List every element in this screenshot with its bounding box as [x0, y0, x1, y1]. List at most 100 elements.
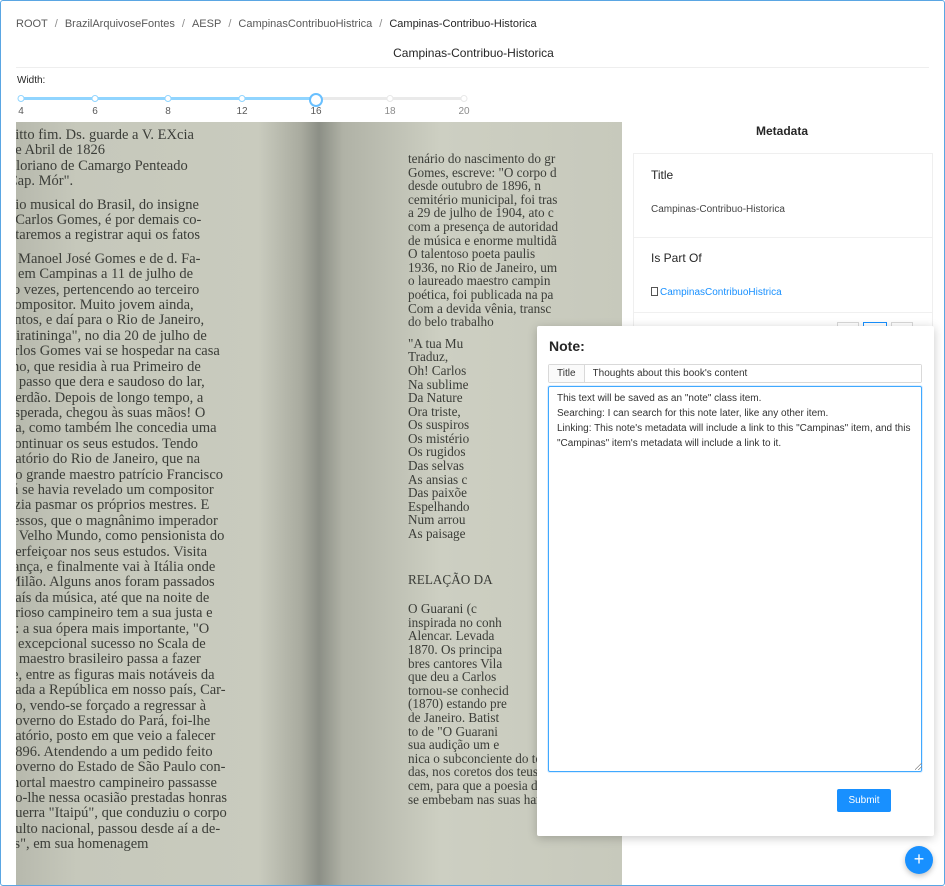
- note-title-field: Title: [548, 364, 922, 383]
- book-text-line: perfeiçoar nos seus estudos. Visita: [16, 543, 207, 560]
- textarea-resize-handle[interactable]: [915, 763, 922, 770]
- note-body-textarea[interactable]: This text will be saved as an "note" cla…: [548, 386, 922, 772]
- book-text-line: guerra "Itaipú", que conduziu o corpo: [16, 805, 227, 822]
- book-text-line: vatório, posto em que veio a falecer: [16, 728, 216, 745]
- slider-dot-4[interactable]: [17, 95, 25, 102]
- breadcrumb-item[interactable]: ROOT: [16, 18, 48, 30]
- slider-handle[interactable]: [309, 93, 323, 107]
- note-title-addon: Title: [549, 365, 585, 382]
- book-text-line: o passo que dera e saudoso do lar,: [16, 374, 205, 391]
- add-note-button[interactable]: +: [905, 846, 933, 874]
- book-text-line: ressos, que o magnânimo imperador: [16, 512, 218, 529]
- book-text-line: vatório do Rio de Janeiro, que na: [16, 451, 201, 468]
- page-title: Campinas-Contribuo-Historica: [393, 46, 554, 60]
- book-text-line: a 29 de julho de 1904, ato c: [408, 205, 554, 221]
- breadcrumb-item[interactable]: AESP: [192, 18, 221, 30]
- book-text-line: poética, foi publicada na pa: [408, 286, 554, 302]
- book-text-line: desde outubro de 1896, n: [408, 178, 541, 194]
- breadcrumb-item: Campinas-Contribuo-Historica: [389, 18, 537, 30]
- book-text-line: de música e enorme multidã: [408, 232, 557, 248]
- note-heading: Note:: [549, 338, 585, 354]
- book-text-line: es", em sua homenagem: [16, 836, 149, 853]
- book-text-line: já se havia revelado um compositor: [16, 481, 214, 498]
- book-text-line: , Carlos Gomes, é por demais co-: [16, 212, 202, 229]
- metadata-part-of-link[interactable]: CampinasContribuoHistrica: [651, 287, 782, 298]
- book-text-line: o: a sua ópera mais importante, "O: [16, 620, 210, 637]
- book-text-line: compositor. Muito jovem ainda,: [16, 297, 194, 314]
- slider-mark[interactable]: 6: [92, 106, 98, 117]
- book-text-line: esperada, chegou às suas mãos! O: [16, 404, 206, 421]
- metadata-divider: [634, 237, 932, 238]
- book-text-line: a Manoel José Gomes e de d. Fa-: [16, 250, 201, 267]
- slider-mark[interactable]: 18: [384, 106, 395, 117]
- slider-dot-6[interactable]: [91, 95, 99, 102]
- slider-dot-8[interactable]: [164, 95, 172, 102]
- book-text-line: ro vezes, pertencendo ao terceiro: [16, 281, 200, 298]
- book-text-line: o Velho Mundo, como pensionista do: [16, 528, 225, 545]
- breadcrumb-item[interactable]: BrazilArquivoseFontes: [65, 18, 175, 30]
- book-left-page-text: ditto fim. Ds. guarde a V. EXcia de Abril…: [16, 127, 308, 853]
- book-text-line: ditto fim. Ds. guarde a V. EXcia: [16, 127, 194, 143]
- book-text-line: com a presença de autoridad: [408, 218, 559, 234]
- book-text-line: continuar os seus estudos. Tendo: [16, 435, 199, 452]
- slider-dot-12[interactable]: [238, 95, 246, 102]
- breadcrumb-separator: /: [54, 18, 58, 30]
- metadata-title-value: Campinas-Contribuo-Historica: [651, 204, 785, 215]
- breadcrumb-separator: /: [379, 18, 383, 30]
- book-text-line: governo do Estado do Pará, foi-lhe: [16, 713, 211, 730]
- book-text-line: a em Campinas a 11 de julho de: [16, 266, 194, 283]
- book-text-line: do, vendo-se forçado a regressar à: [16, 697, 207, 714]
- book-text-line: do-lhe nessa ocasião prestadas honras: [16, 790, 228, 807]
- book-text-line: cemitério municipal, foi tras: [408, 191, 558, 207]
- book-text-line: O talentoso poeta paulis: [408, 246, 536, 262]
- book-text-line: Floriano de Camargo Penteado: [16, 157, 188, 174]
- book-text-line: va, como também lhe concedia uma: [16, 420, 217, 437]
- metadata-part-of-label: Is Part Of: [651, 251, 702, 265]
- metadata-heading: Metadata: [755, 124, 808, 138]
- book-text-line: vulto nacional, passou desde aí a de-: [16, 820, 221, 837]
- book-text-line: Piratininga", no dia 20 de julho de: [16, 327, 207, 344]
- book-text-line: país da música, até que na noite de: [16, 589, 210, 606]
- book-text-line: 1896. Atendendo a um pedido feito: [16, 743, 213, 760]
- book-text-line: arlos Gomes vai se hospedar na casa: [16, 343, 220, 360]
- book-text-line: Cap. Mór".: [16, 173, 74, 190]
- book-text-line: ntaremos a registrar aqui os fatos: [16, 227, 201, 244]
- book-text-line: azia pasmar os próprios mestres. E: [16, 497, 210, 514]
- book-text-line: perdão. Depois de longo tempo, a: [16, 389, 204, 406]
- slider-mark-selected[interactable]: 16: [310, 106, 321, 117]
- book-text-line: orioso campineiro tem a sua justa e: [16, 605, 213, 622]
- metadata-divider: [634, 312, 932, 313]
- book-text-line: le, entre as figuras mais notáveis da: [16, 666, 215, 683]
- book-text-line: antos, e daí para o Rio de Janeiro,: [16, 312, 205, 329]
- slider-mark[interactable]: 8: [165, 106, 171, 117]
- metadata-card: Title Campinas-Contribuo-Historica Is Pa…: [633, 153, 933, 330]
- note-title-input[interactable]: [584, 365, 921, 382]
- book-text-line: tenário do nascimento do gr: [408, 151, 556, 166]
- width-label: Width:: [17, 75, 46, 86]
- breadcrumb: ROOT / BrazilArquivoseFontes / AESP / Campinas…: [16, 18, 537, 30]
- book-text-line: governo do Estado de São Paulo con-: [16, 759, 226, 776]
- book-text-line: de Abril de 1826: [16, 142, 106, 159]
- slider-mark[interactable]: 12: [236, 106, 247, 117]
- book-text-line: lho, que residia à rua Primeiro de: [16, 358, 201, 375]
- note-popover: Note: Title This text will be saved as a…: [537, 326, 934, 836]
- metadata-title-label: Title: [651, 168, 674, 182]
- slider-marks: 4 6 8 12 16 18 20: [18, 106, 469, 120]
- book-text-line: mortal maestro campineiro passasse: [16, 774, 217, 791]
- slider-dot-18[interactable]: [386, 95, 394, 102]
- book-text-line: a excepcional sucesso no Scala de: [16, 636, 206, 652]
- width-slider[interactable]: [17, 93, 468, 107]
- slider-dot-20[interactable]: [460, 95, 468, 102]
- app-window: ROOT / BrazilArquivoseFontes / AESP / Campinas…: [0, 0, 945, 886]
- breadcrumb-item[interactable]: CampinasContribuoHistrica: [238, 18, 372, 30]
- slider-mark[interactable]: 4: [18, 106, 24, 117]
- book-page-image: ditto fim. Ds. guarde a V. EXcia de Abril…: [16, 122, 622, 885]
- book-text-line: nio musical do Brasil, do insigne: [16, 196, 199, 213]
- slider-mark[interactable]: 20: [458, 106, 469, 117]
- book-text-line: Gomes, escreve: "O corpo d: [408, 164, 557, 180]
- book-text-line: do grande maestro patrício Francisco: [16, 466, 224, 483]
- book-text-line: o laureado maestro campin: [408, 273, 551, 289]
- book-text-line: rança, e finalmente vai à Itália onde: [16, 558, 216, 575]
- part-of-link-text[interactable]: CampinasContribuoHistrica: [660, 287, 782, 298]
- submit-button[interactable]: Submit: [837, 789, 891, 812]
